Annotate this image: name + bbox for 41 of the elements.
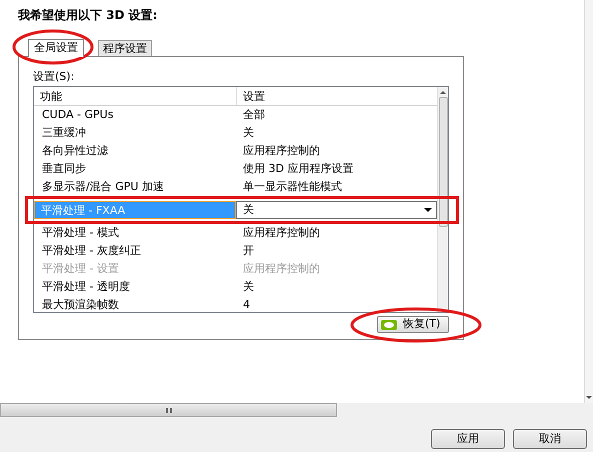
setting-row[interactable]: 平滑处理 - 透明度 关 (34, 278, 437, 296)
column-header[interactable]: 设置 (237, 87, 437, 105)
setting-row[interactable]: 平滑处理 - 灰度纠正 开 (34, 242, 437, 260)
table-cell-text: 平滑处理 - 透明度 (41, 279, 131, 295)
dialog-button[interactable]: 取消 (513, 429, 587, 449)
table-cell-text: CUDA - GPUs (41, 107, 114, 123)
value-dropdown[interactable]: 关 (236, 201, 437, 219)
table-cell-text: 应用程序控制的 (242, 143, 321, 159)
setting-row[interactable]: 多显示器/混合 GPU 加速 单一显示器性能模式 (34, 178, 437, 196)
restore-button[interactable]: 恢复(T) (377, 316, 449, 333)
table-cell-text: 全部 (242, 107, 266, 123)
table-cell-text: 平滑处理 - 设置 (41, 261, 120, 277)
table-cell-text: 多显示器/混合 GPU 加速 (41, 179, 165, 195)
table-cell-text: 关 (242, 125, 255, 141)
table-cell-text: 应用程序控制的 (242, 261, 321, 277)
setting-row[interactable]: CUDA - GPUs 全部 (34, 106, 437, 124)
setting-row[interactable]: 平滑处理 - 模式 应用程序控制的 (34, 224, 437, 242)
tab[interactable]: 全局设置 (28, 39, 84, 57)
tab[interactable]: 程序设置 (98, 40, 152, 56)
table-cell-text: 使用 3D 应用程序设置 (242, 161, 354, 177)
table-cell-text: 应用程序控制的 (242, 225, 321, 241)
dialog-button[interactable]: 应用 (431, 429, 505, 449)
table-cell-text: 关 (242, 279, 255, 295)
table-cell-text: 最大预渲染帧数 (41, 297, 120, 313)
table-cell-text: 各向异性过滤 (41, 143, 109, 159)
column-header[interactable]: 功能 (34, 87, 237, 105)
setting-row[interactable]: 各向异性过滤 应用程序控制的 (34, 142, 437, 160)
setting-row[interactable]: 平滑处理 - FXAA 关 (34, 201, 437, 219)
table-cell-text: 开 (242, 243, 255, 259)
setting-row[interactable]: 三重缓冲 关 (34, 124, 437, 142)
table-cell-text: 平滑处理 - 模式 (41, 225, 120, 241)
table-cell-text: 平滑处理 - 灰度纠正 (41, 243, 142, 259)
table-cell-text: 三重缓冲 (41, 125, 87, 141)
settings-label: 设置(S): (33, 69, 76, 85)
section-heading: 我希望使用以下 3D 设置: (18, 7, 158, 24)
table-cell: 平滑处理 - FXAA (34, 201, 236, 219)
setting-row[interactable]: 最大预渲染帧数 4 (34, 296, 437, 314)
setting-row[interactable]: 垂直同步 使用 3D 应用程序设置 (34, 160, 437, 178)
table-cell-text: 垂直同步 (41, 161, 87, 177)
table-cell-text: 单一显示器性能模式 (242, 179, 343, 195)
table-cell-text: 4 (242, 297, 251, 313)
